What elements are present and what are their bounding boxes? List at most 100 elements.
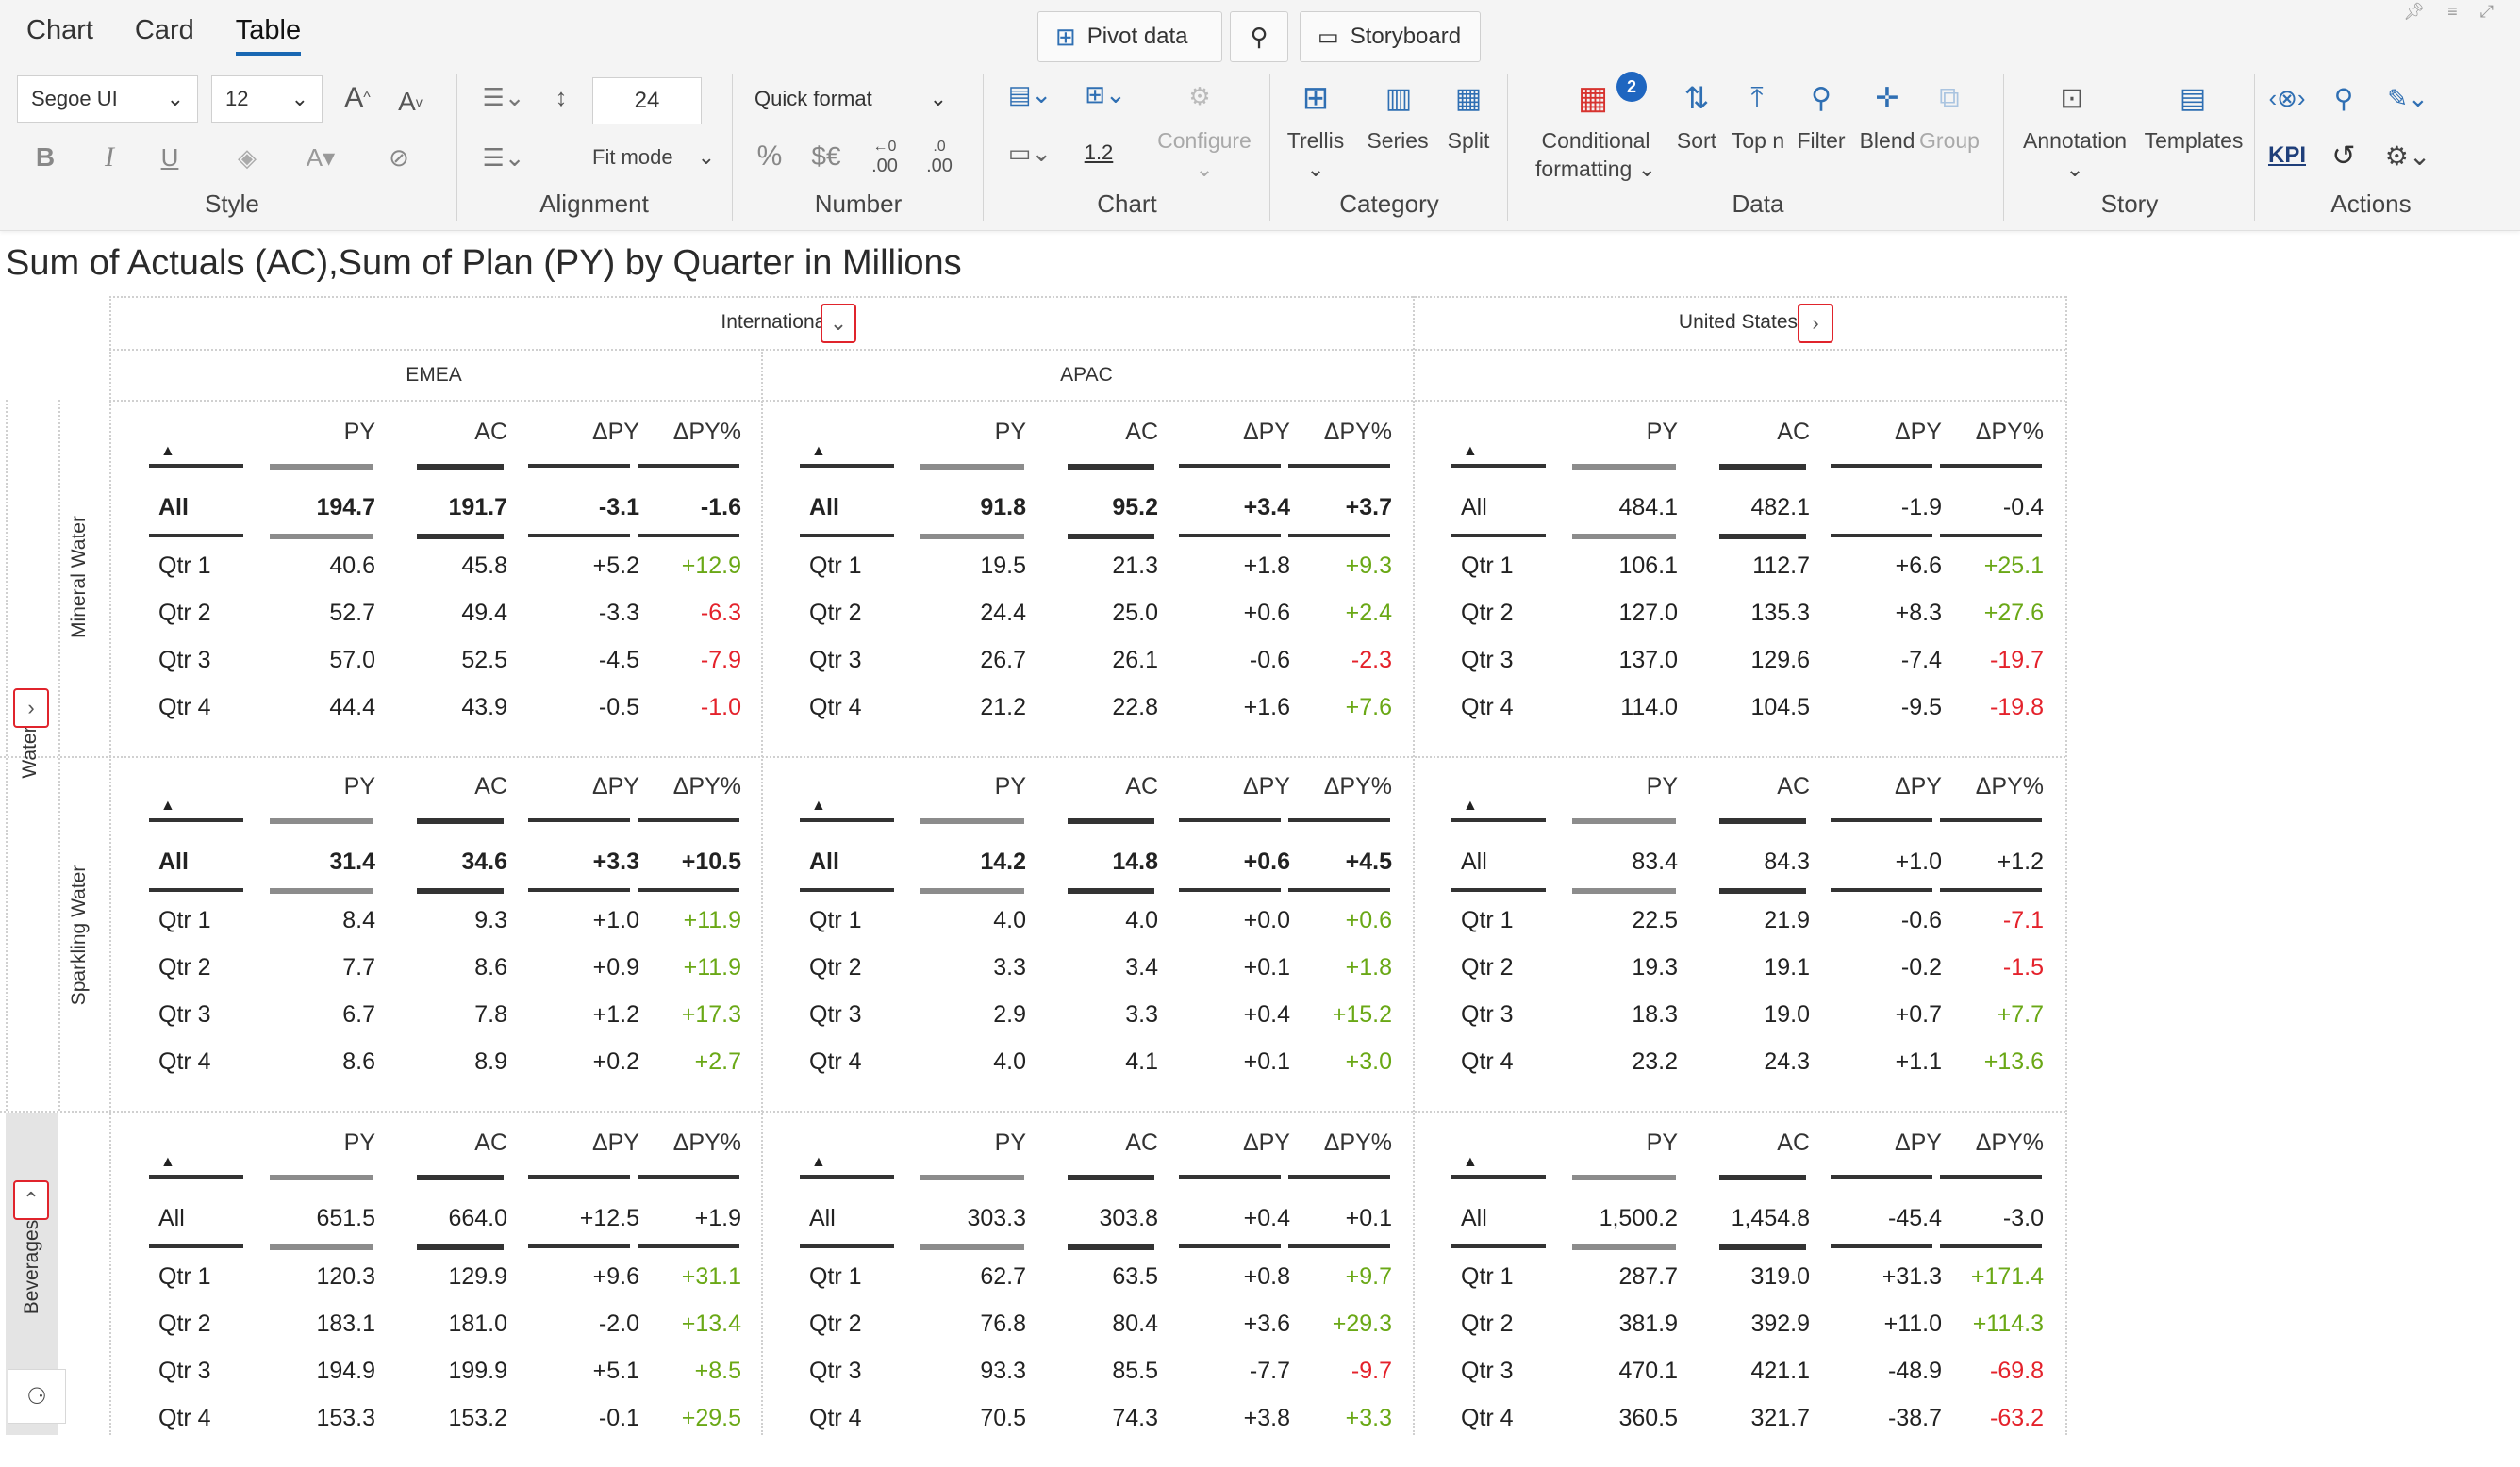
font-family-dropdown[interactable]: Segoe UI ⌄ xyxy=(17,75,198,123)
storyboard-button[interactable]: ▭ Storyboard xyxy=(1300,11,1481,62)
column-header[interactable]: ΔPY% xyxy=(609,1129,741,1157)
templates-icon[interactable]: ▤ xyxy=(2167,74,2218,123)
tab-card[interactable]: Card xyxy=(135,15,194,56)
split-label[interactable]: Split xyxy=(1435,128,1501,154)
filter-label[interactable]: Filter xyxy=(1790,128,1852,154)
series-label[interactable]: Series xyxy=(1362,128,1434,154)
line-height-input[interactable]: 24 xyxy=(592,77,702,124)
decrease-decimal-icon[interactable]: ←0.00 xyxy=(860,132,909,181)
blend-label[interactable]: Blend xyxy=(1856,128,1918,154)
currency-icon[interactable]: $€ xyxy=(802,134,851,179)
conditional-formatting-label-2[interactable]: formatting ⌄ xyxy=(1520,157,1671,182)
reset-icon[interactable]: ↺ xyxy=(2320,134,2367,177)
chart-settings-button[interactable]: ⚆ xyxy=(8,1369,66,1424)
chart-variant-icon[interactable]: ▭⌄ xyxy=(996,130,1064,175)
hide-icon[interactable]: ⊘ xyxy=(377,136,421,179)
sort-ascending-icon[interactable]: ▲ xyxy=(1463,798,1478,815)
collapse-beverages-button[interactable]: ⌃ xyxy=(13,1180,49,1220)
column-header[interactable]: ΔPY% xyxy=(1260,419,1392,446)
column-header[interactable]: AC xyxy=(1678,773,1810,800)
code-icon[interactable]: ‹⊗› xyxy=(2262,74,2313,123)
sort-label[interactable]: Sort xyxy=(1667,128,1726,154)
annotation-icon[interactable]: ⊡ xyxy=(2047,74,2097,123)
vertical-align-icon[interactable]: ☰⌄ xyxy=(472,136,536,179)
font-size-dropdown[interactable]: 12 ⌄ xyxy=(211,75,323,123)
column-header[interactable]: PY xyxy=(243,773,375,800)
templates-label[interactable]: Templates xyxy=(2135,128,2252,154)
sort-ascending-icon[interactable]: ▲ xyxy=(160,798,175,815)
sort-ascending-icon[interactable]: ▲ xyxy=(811,1154,826,1171)
column-header[interactable]: PY xyxy=(1546,1129,1678,1157)
paint-brush-icon[interactable]: ✎⌄ xyxy=(2373,74,2443,123)
column-header[interactable]: PY xyxy=(243,419,375,446)
series-icon[interactable]: ▥ xyxy=(1373,74,1424,123)
column-header[interactable]: ΔPY% xyxy=(609,419,741,446)
underline-icon[interactable]: U xyxy=(151,136,189,179)
chart-layout-icon[interactable]: ⊞⌄ xyxy=(1069,72,1141,117)
filter-icon[interactable]: ≡ xyxy=(2447,2,2458,22)
column-header[interactable]: PY xyxy=(894,773,1026,800)
percent-icon[interactable]: % xyxy=(751,134,788,179)
settings-icon[interactable]: ⚙⌄ xyxy=(2373,134,2443,177)
column-header[interactable]: PY xyxy=(243,1129,375,1157)
font-color-icon[interactable]: A▾ xyxy=(292,136,349,179)
filter-settings-button[interactable]: ⚲ xyxy=(1230,11,1288,62)
sort-icon[interactable]: ⇅ xyxy=(1671,74,1722,123)
column-header[interactable]: PY xyxy=(894,1129,1026,1157)
line-height-icon[interactable]: ↕ xyxy=(547,75,575,119)
filter-icon[interactable]: ⚲ xyxy=(1796,74,1847,123)
fill-color-icon[interactable]: ◈ xyxy=(226,136,268,179)
top-n-icon[interactable]: ⤒ xyxy=(1732,74,1782,123)
tab-chart[interactable]: Chart xyxy=(26,15,93,56)
split-icon[interactable]: ▦ xyxy=(1443,74,1494,123)
sort-ascending-icon[interactable]: ▲ xyxy=(1463,1154,1478,1171)
horizontal-align-icon[interactable]: ☰⌄ xyxy=(472,75,536,119)
column-header[interactable]: AC xyxy=(1026,419,1158,446)
sort-ascending-icon[interactable]: ▲ xyxy=(811,443,826,460)
configure-label[interactable]: Configure xyxy=(1147,128,1262,154)
sort-ascending-icon[interactable]: ▲ xyxy=(811,798,826,815)
kpi-button[interactable]: KPI xyxy=(2262,134,2313,177)
column-header[interactable]: ΔPY% xyxy=(1912,419,2044,446)
sort-ascending-icon[interactable]: ▲ xyxy=(1463,443,1478,460)
sort-ascending-icon[interactable]: ▲ xyxy=(160,443,175,460)
bold-icon[interactable]: B xyxy=(26,136,64,179)
column-header[interactable]: ΔPY% xyxy=(1912,1129,2044,1157)
quick-format-dropdown[interactable]: Quick format ⌄ xyxy=(741,75,960,123)
expand-water-button[interactable]: › xyxy=(13,688,49,728)
decrease-font-icon[interactable]: Av xyxy=(387,77,434,126)
column-header[interactable]: PY xyxy=(1546,773,1678,800)
column-header[interactable]: AC xyxy=(1678,1129,1810,1157)
pivot-data-button[interactable]: ⊞ Pivot data xyxy=(1037,11,1222,62)
conditional-formatting-icon[interactable]: ▦ xyxy=(1567,74,1618,123)
column-header[interactable]: ΔPY% xyxy=(1912,773,2044,800)
increase-font-icon[interactable]: A ^ xyxy=(334,74,381,123)
group-label[interactable]: Group xyxy=(1916,128,1982,154)
column-header[interactable]: AC xyxy=(375,773,507,800)
column-header[interactable]: AC xyxy=(1026,773,1158,800)
column-header[interactable]: ΔPY% xyxy=(1260,773,1392,800)
pin-icon[interactable]: 📌︎ xyxy=(2403,2,2425,22)
group-icon[interactable]: ⧉ xyxy=(1924,74,1975,123)
search-icon[interactable]: ⚲ xyxy=(2320,74,2367,123)
increase-decimal-icon[interactable]: .0.00 xyxy=(915,132,964,181)
annotation-label[interactable]: Annotation xyxy=(2009,128,2141,154)
configure-icon[interactable]: ⚙ xyxy=(1173,74,1226,119)
expand-icon[interactable]: ⤢ xyxy=(2480,2,2494,22)
tab-table[interactable]: Table xyxy=(235,15,302,56)
sort-ascending-icon[interactable]: ▲ xyxy=(160,1154,175,1171)
column-header[interactable]: AC xyxy=(375,419,507,446)
top-n-label[interactable]: Top n xyxy=(1728,128,1788,154)
trellis-icon[interactable]: ⊞ xyxy=(1290,74,1341,123)
column-header[interactable]: AC xyxy=(375,1129,507,1157)
column-header[interactable]: ΔPY% xyxy=(609,773,741,800)
expand-international-button[interactable]: ⌄ xyxy=(821,304,856,343)
scale-icon[interactable]: 1.2 xyxy=(1075,130,1122,175)
column-header[interactable]: PY xyxy=(1546,419,1678,446)
column-header[interactable]: AC xyxy=(1678,419,1810,446)
fit-mode-dropdown[interactable]: Fit mode ⌄ xyxy=(592,136,715,179)
trellis-label[interactable]: Trellis xyxy=(1275,128,1356,154)
column-header[interactable]: AC xyxy=(1026,1129,1158,1157)
column-header[interactable]: PY xyxy=(894,419,1026,446)
column-header[interactable]: ΔPY% xyxy=(1260,1129,1392,1157)
